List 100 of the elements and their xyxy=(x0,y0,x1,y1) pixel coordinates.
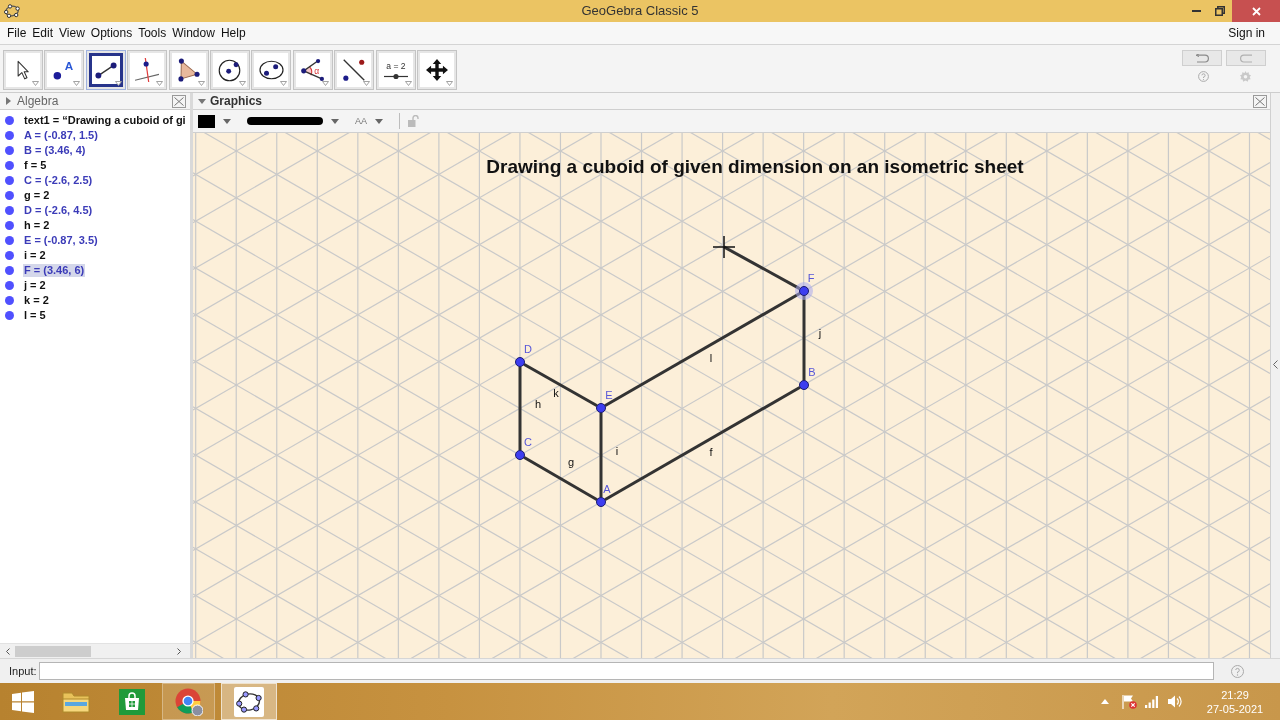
algebra-entry[interactable]: B = (3.46, 4) xyxy=(23,144,87,157)
point-label: E xyxy=(605,388,613,401)
scrollbar-thumb[interactable] xyxy=(15,645,91,657)
tool-button[interactable] xyxy=(334,50,375,90)
signal-bars-icon[interactable] xyxy=(1145,695,1159,708)
visibility-dot-icon[interactable] xyxy=(5,236,14,245)
menu-item[interactable]: File xyxy=(4,25,30,41)
tool-button[interactable] xyxy=(416,50,457,90)
segment-label: i xyxy=(615,444,619,457)
algebra-entry[interactable]: j = 2 xyxy=(23,279,47,292)
clock-date: 27-05-2021 xyxy=(1205,701,1265,716)
menu-item[interactable]: Tools xyxy=(135,25,170,41)
expand-left-caret-icon[interactable] xyxy=(1273,360,1278,369)
algebra-entry[interactable]: E = (-0.87, 3.5) xyxy=(23,234,99,247)
visibility-dot-icon[interactable] xyxy=(5,191,14,200)
circle-icon xyxy=(218,58,242,82)
tool-button[interactable] xyxy=(85,50,126,90)
visibility-dot-icon[interactable] xyxy=(5,296,14,305)
caret-icon xyxy=(331,118,339,124)
point-label: A xyxy=(603,482,611,495)
algebra-entry[interactable]: l = 5 xyxy=(23,309,47,322)
start-icon xyxy=(12,690,34,713)
menu-item[interactable]: Window xyxy=(169,25,218,41)
line-style-icon xyxy=(247,117,323,125)
caret-icon[interactable] xyxy=(6,97,11,105)
window-title: GeoGebra Classic 5 xyxy=(581,3,699,19)
visibility-dot-icon[interactable] xyxy=(5,266,14,275)
algebra-entry[interactable]: A = (-0.87, 1.5) xyxy=(23,129,99,142)
dropdown-triangle-icon xyxy=(114,81,122,86)
visibility-dot-icon[interactable] xyxy=(5,176,14,185)
caret-icon[interactable] xyxy=(197,98,206,104)
arrow-cursor-icon xyxy=(17,60,29,80)
ellipse-icon xyxy=(258,60,284,80)
visibility-dot-icon[interactable] xyxy=(5,146,14,155)
visibility-dot-icon[interactable] xyxy=(5,221,14,230)
caret-icon xyxy=(223,118,231,124)
crosshair-cursor-icon xyxy=(712,235,736,259)
algebra-entry[interactable]: i = 2 xyxy=(23,249,47,262)
tool-button[interactable]: a = 2 xyxy=(375,50,416,90)
visibility-dot-icon[interactable] xyxy=(5,281,14,290)
segment-label: f xyxy=(709,445,713,458)
menu-item[interactable]: Options xyxy=(87,25,136,41)
speaker-icon[interactable] xyxy=(1168,695,1183,708)
clock-time: 21:29 xyxy=(1220,687,1250,702)
visibility-dot-icon[interactable] xyxy=(5,311,14,320)
menu-item[interactable]: View xyxy=(56,25,88,41)
panel-title: Graphics xyxy=(210,94,263,108)
algebra-entry[interactable]: C = (-2.6, 2.5) xyxy=(23,174,94,187)
input-field[interactable] xyxy=(38,662,1214,680)
tool-button[interactable]: α xyxy=(292,50,333,90)
line-color-button[interactable] xyxy=(198,114,231,128)
minimize-icon xyxy=(1191,10,1201,12)
dropdown-triangle-icon xyxy=(156,81,164,86)
dropdown-triangle-icon xyxy=(363,81,371,86)
triangle-icon xyxy=(177,58,200,82)
point-label: B xyxy=(808,365,816,378)
visibility-dot-icon[interactable] xyxy=(5,206,14,215)
dropdown-triangle-icon xyxy=(280,81,288,86)
close-button[interactable] xyxy=(1232,0,1280,22)
flag-icon[interactable] xyxy=(1122,694,1137,709)
close-icon xyxy=(1251,6,1261,16)
reflect-point-icon xyxy=(342,58,367,82)
segment-label: k xyxy=(553,386,559,399)
algebra-entry[interactable]: D = (-2.6, 4.5) xyxy=(23,204,94,217)
point-label: C xyxy=(524,435,532,448)
close-panel-button[interactable] xyxy=(172,94,186,108)
tool-button[interactable]: A xyxy=(44,50,85,90)
visibility-dot-icon[interactable] xyxy=(5,251,14,260)
horizontal-scrollbar[interactable] xyxy=(0,643,190,658)
tool-button[interactable] xyxy=(209,50,250,90)
restore-icon xyxy=(1215,6,1225,16)
algebra-entry[interactable]: k = 2 xyxy=(23,294,50,307)
visibility-dot-icon[interactable] xyxy=(5,116,14,125)
close-panel-button[interactable] xyxy=(1253,94,1267,108)
sign-in-button[interactable]: Sign in xyxy=(1225,25,1268,41)
menu-item[interactable]: Help xyxy=(217,25,249,41)
tool-button[interactable] xyxy=(251,50,292,90)
taskbar-app-button[interactable] xyxy=(221,683,277,720)
font-size-button[interactable]: AA xyxy=(355,116,383,126)
segment-label: l xyxy=(709,351,713,364)
close-icon xyxy=(1255,96,1265,106)
panel-title: Algebra xyxy=(17,94,59,108)
algebra-entry[interactable]: F = (3.46, 6) xyxy=(23,264,86,277)
visibility-dot-icon[interactable] xyxy=(5,161,14,170)
canvas-heading: Drawing a cuboid of given dimension on an isometric sheet xyxy=(486,155,1024,177)
browser-icon xyxy=(174,687,203,716)
algebra-entry[interactable]: f = 5 xyxy=(23,159,48,172)
algebra-entry[interactable]: h = 2 xyxy=(23,219,51,232)
shopping-bag-icon xyxy=(119,688,145,715)
algebra-entry[interactable]: g = 2 xyxy=(23,189,51,202)
perpendicular-line-icon xyxy=(135,58,160,82)
color-swatch-icon xyxy=(198,114,215,128)
dropdown-triangle-icon xyxy=(32,81,39,86)
input-label: Input: xyxy=(9,663,37,679)
visibility-dot-icon[interactable] xyxy=(5,131,14,140)
menu-item[interactable]: Edit xyxy=(29,25,57,41)
algebra-entry[interactable]: text1 = “Drawing a cuboid of gi xyxy=(23,114,187,127)
close-icon xyxy=(174,96,184,106)
line-style-button[interactable] xyxy=(247,117,339,125)
tool-button[interactable] xyxy=(168,50,209,90)
